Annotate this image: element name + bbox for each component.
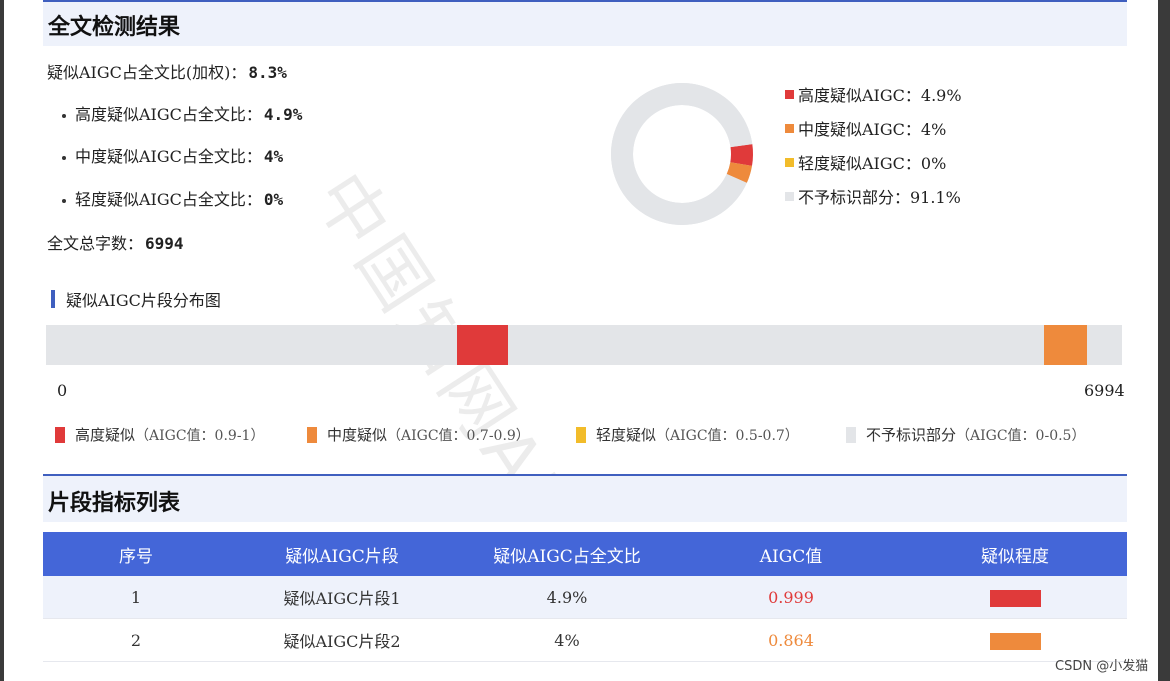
section-header-results: 全文检测结果 — [43, 0, 1127, 46]
range-legend-range: （AIGC值：0.9-1） — [135, 428, 264, 444]
segment-table: 序号 疑似AIGC片段 疑似AIGC占全文比 AIGC值 疑似程度 1 疑似AI… — [43, 532, 1127, 662]
low-ratio-label: 轻度疑似AIGC占全文比： — [75, 190, 262, 209]
degree-bar — [990, 590, 1041, 607]
legend-swatch-mid — [785, 124, 794, 133]
mid-ratio-label: 中度疑似AIGC占全文比： — [75, 147, 262, 166]
column-header-degree: 疑似程度 — [903, 532, 1127, 576]
donut-legend-label: 高度疑似AIGC：4.9% — [798, 86, 962, 105]
axis-end-label: 6994 — [1084, 381, 1125, 400]
distribution-segment-1[interactable] — [457, 325, 509, 365]
total-chars-value: 6994 — [145, 234, 184, 253]
row-degree — [903, 576, 1127, 619]
mid-ratio: 中度疑似AIGC占全文比：4% — [62, 143, 283, 167]
subtitle-marker — [51, 290, 55, 308]
weighted-ratio-value: 8.3% — [248, 63, 287, 82]
window-edge-left — [0, 0, 4, 681]
section-title: 片段指标列表 — [48, 485, 180, 517]
range-swatch-mid — [307, 427, 317, 443]
donut-slice-3 — [614, 86, 750, 222]
table-row[interactable]: 1 疑似AIGC片段1 4.9% 0.999 — [43, 576, 1127, 619]
row-ratio: 4% — [455, 619, 679, 662]
aigc-donut-chart — [604, 76, 760, 232]
donut-legend-low: 轻度疑似AIGC：0% — [785, 152, 946, 176]
range-legend-range: （AIGC值：0-0.5） — [956, 428, 1085, 444]
high-ratio: 高度疑似AIGC占全文比：4.9% — [62, 101, 302, 125]
column-header-segment: 疑似AIGC片段 — [229, 532, 455, 576]
column-header-aigc-value: AIGC值 — [679, 532, 903, 576]
row-segment[interactable]: 疑似AIGC片段1 — [229, 576, 455, 619]
table-row[interactable]: 2 疑似AIGC片段2 4% 0.864 — [43, 619, 1127, 662]
degree-bar — [990, 633, 1041, 650]
high-ratio-value: 4.9% — [264, 105, 303, 124]
range-legend-unmarked: 不予标识部分（AIGC值：0-0.5） — [846, 424, 1085, 445]
high-ratio-label: 高度疑似AIGC占全文比： — [75, 105, 262, 124]
bullet-icon — [62, 199, 66, 203]
section-header-segments: 片段指标列表 — [43, 474, 1127, 522]
row-aigc-value: 0.999 — [679, 576, 903, 619]
legend-swatch-unmarked — [785, 192, 794, 201]
range-legend-label: 高度疑似 — [75, 426, 135, 444]
csdn-credit: CSDN @小发猫 — [1055, 655, 1148, 674]
section-title: 全文检测结果 — [48, 9, 180, 41]
bullet-icon — [62, 114, 66, 118]
donut-legend-label: 不予标识部分：91.1% — [798, 188, 961, 207]
row-index: 1 — [43, 576, 229, 619]
weighted-ratio: 疑似AIGC占全文比(加权)：8.3% — [47, 59, 287, 83]
low-ratio-value: 0% — [264, 190, 283, 209]
column-header-ratio: 疑似AIGC占全文比 — [455, 532, 679, 576]
range-swatch-high — [55, 427, 65, 443]
distribution-bar — [46, 325, 1122, 365]
range-swatch-low — [576, 427, 586, 443]
column-header-index: 序号 — [43, 532, 229, 576]
range-legend-range: （AIGC值：0.7-0.9） — [387, 428, 530, 444]
table-header-row: 序号 疑似AIGC片段 疑似AIGC占全文比 AIGC值 疑似程度 — [43, 532, 1127, 576]
donut-legend-label: 轻度疑似AIGC：0% — [798, 154, 946, 173]
range-legend-mid: 中度疑似（AIGC值：0.7-0.9） — [307, 424, 530, 445]
row-index: 2 — [43, 619, 229, 662]
range-legend-low: 轻度疑似（AIGC值：0.5-0.7） — [576, 424, 799, 445]
donut-legend-high: 高度疑似AIGC：4.9% — [785, 84, 962, 108]
row-ratio: 4.9% — [455, 576, 679, 619]
distribution-segment-2[interactable] — [1044, 325, 1088, 365]
row-aigc-value: 0.864 — [679, 619, 903, 662]
donut-legend-label: 中度疑似AIGC：4% — [798, 120, 946, 139]
range-swatch-unmarked — [846, 427, 856, 443]
window-edge-right — [1158, 0, 1170, 681]
total-chars: 全文总字数：6994 — [47, 230, 184, 254]
bullet-icon — [62, 156, 66, 160]
row-segment[interactable]: 疑似AIGC片段2 — [229, 619, 455, 662]
donut-legend-mid: 中度疑似AIGC：4% — [785, 118, 946, 142]
range-legend-label: 中度疑似 — [327, 426, 387, 444]
mid-ratio-value: 4% — [264, 147, 283, 166]
low-ratio: 轻度疑似AIGC占全文比：0% — [62, 186, 283, 210]
range-legend-label: 不予标识部分 — [866, 426, 956, 444]
legend-swatch-high — [785, 90, 794, 99]
legend-swatch-low — [785, 158, 794, 167]
total-chars-label: 全文总字数： — [47, 234, 143, 253]
range-legend-range: （AIGC值：0.5-0.7） — [656, 428, 799, 444]
weighted-ratio-label: 疑似AIGC占全文比(加权)： — [47, 63, 246, 82]
donut-legend-unmarked: 不予标识部分：91.1% — [785, 186, 961, 210]
range-legend-label: 轻度疑似 — [596, 426, 656, 444]
axis-start-label: 0 — [57, 381, 67, 400]
distribution-title: 疑似AIGC片段分布图 — [66, 287, 221, 311]
range-legend-high: 高度疑似（AIGC值：0.9-1） — [55, 424, 264, 445]
